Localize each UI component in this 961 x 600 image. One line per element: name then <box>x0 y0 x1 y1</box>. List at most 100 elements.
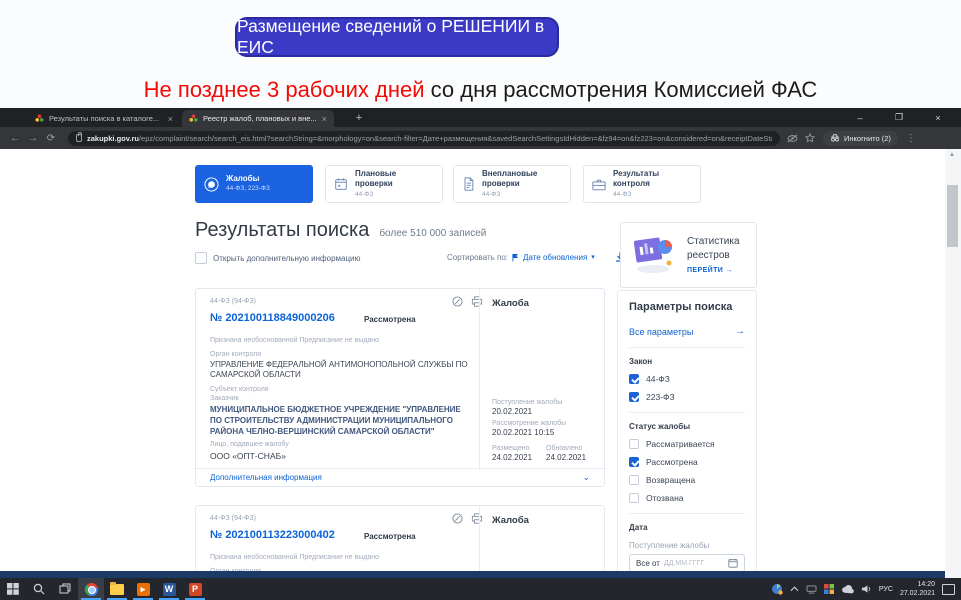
window-maximize-button[interactable]: ❐ <box>882 108 916 127</box>
checkbox-checked[interactable] <box>629 392 639 402</box>
slide-subtitle-highlight: Не позднее 3 рабочих дней <box>144 77 425 102</box>
registry-stats-card[interactable]: Статистика реестров ПЕРЕЙТИ → <box>620 222 757 288</box>
calendar-icon <box>334 177 348 191</box>
taskbar-word-button[interactable]: W <box>156 578 182 600</box>
checkbox-unchecked[interactable] <box>629 493 639 503</box>
open-info-checkbox[interactable] <box>195 252 207 264</box>
tray-expand-icon[interactable] <box>790 586 799 592</box>
nav-sublabel: 44-ФЗ <box>482 191 562 199</box>
page-scrollbar[interactable]: ▲ <box>945 149 961 578</box>
taskbar-chrome-button[interactable] <box>78 578 104 600</box>
browser-menu-icon[interactable]: ⋮ <box>906 133 916 144</box>
language-indicator[interactable]: РУС <box>879 586 893 593</box>
filter-option-reviewed[interactable]: Рассмотрена <box>629 457 745 467</box>
chevron-down-icon[interactable]: ▾ <box>591 253 595 261</box>
lock-icon <box>76 134 82 142</box>
nav-tab-planned-checks[interactable]: Плановые проверки 44-ФЗ <box>325 165 443 203</box>
calendar-icon[interactable] <box>728 558 738 568</box>
signature-icon[interactable] <box>452 296 463 307</box>
filter-option-returned[interactable]: Возвращена <box>629 475 745 485</box>
slide-title-banner: Размещение сведений о РЕШЕНИИ в ЕИС <box>235 17 559 57</box>
filter-option-44fz[interactable]: 44-ФЗ <box>629 374 745 384</box>
browser-window: Результаты поиска в каталоге... × Реестр… <box>0 108 961 578</box>
nav-sublabel: 44-ФЗ <box>355 191 434 199</box>
password-eye-icon[interactable] <box>787 134 798 143</box>
taskbar-powerpoint-button[interactable]: P <box>182 578 208 600</box>
signature-icon[interactable] <box>452 513 463 524</box>
complaint-status: Рассмотрена <box>364 532 416 541</box>
receipt-date-filter-label: Поступление жалобы <box>629 541 745 550</box>
scrollbar-thumb[interactable] <box>947 185 958 247</box>
results-count: более 510 000 записей <box>379 228 486 239</box>
window-minimize-button[interactable]: – <box>843 108 877 127</box>
window-close-button[interactable]: × <box>921 108 955 127</box>
filter-option-in-review[interactable]: Рассматривается <box>629 439 745 449</box>
browser-update-tray-icon[interactable] <box>771 583 783 595</box>
start-button[interactable] <box>0 578 26 600</box>
chat-bubble-icon <box>204 177 219 192</box>
nav-label: Результаты контроля <box>613 169 659 188</box>
browser-tab-1[interactable]: Результаты поиска в каталоге... × <box>28 110 180 127</box>
filter-option-223fz[interactable]: 223-ФЗ <box>629 392 745 402</box>
nav-tab-control-results[interactable]: Результаты контроля 44-ФЗ <box>583 165 701 203</box>
bookmark-star-icon[interactable] <box>805 133 815 143</box>
checkbox-unchecked[interactable] <box>629 475 639 485</box>
chevron-down-icon[interactable]: ⌄ <box>582 472 590 483</box>
nav-tab-complaints[interactable]: Жалобы 44-ФЗ, 223-ФЗ <box>195 165 313 203</box>
media-player-icon: ▸ <box>137 583 150 596</box>
nav-sublabel: 44-ФЗ, 223-ФЗ <box>226 185 270 193</box>
page-content: Жалобы 44-ФЗ, 223-ФЗ Плановые проверки 4… <box>0 149 961 578</box>
sort-value-link[interactable]: Дате обновления <box>523 253 587 262</box>
control-subject-value[interactable]: МУНИЦИПАЛЬНОЕ БЮДЖЕТНОЕ УЧРЕЖДЕНИЕ "УПРА… <box>210 405 472 437</box>
sort-label: Сортировать по: <box>447 253 508 262</box>
checkbox-unchecked[interactable] <box>629 439 639 449</box>
site-favicon <box>35 114 44 123</box>
filter-option-withdrawn[interactable]: Отозвана <box>629 493 745 503</box>
taskbar-clock[interactable]: 14:20 27.02.2021 <box>900 580 935 598</box>
status-group-title: Статус жалобы <box>629 422 745 431</box>
tab-close-icon[interactable]: × <box>322 114 327 124</box>
divider <box>629 412 745 413</box>
word-icon: W <box>163 583 176 596</box>
receipt-date-input[interactable]: Все от ДД.ММ.ГГГГ <box>629 554 745 572</box>
scroll-up-icon[interactable]: ▲ <box>949 152 955 158</box>
task-view-button[interactable] <box>52 578 78 600</box>
taskbar-media-button[interactable]: ▸ <box>130 578 156 600</box>
checkbox-checked[interactable] <box>629 374 639 384</box>
incognito-icon <box>830 134 840 142</box>
tab-close-icon[interactable]: × <box>168 114 173 124</box>
forward-button[interactable]: → <box>24 133 42 144</box>
taskbar-explorer-button[interactable] <box>104 578 130 600</box>
incognito-badge[interactable]: Инкогнито (2) <box>823 131 898 146</box>
system-tray: РУС 14:20 27.02.2021 <box>771 580 961 598</box>
back-button[interactable]: ← <box>6 133 24 144</box>
onedrive-cloud-icon[interactable] <box>841 585 854 594</box>
checkbox-checked[interactable] <box>629 457 639 467</box>
card-right-column: Жалоба Поступление жалобы 20.02.2021 Рас… <box>479 289 605 470</box>
complaint-type: Жалоба <box>492 515 593 526</box>
browser-tab-2-active[interactable]: Реестр жалоб, плановых и вне... × <box>182 110 334 127</box>
additional-info-link[interactable]: Дополнительная информация <box>210 473 322 482</box>
complaint-resolution: Признана необоснованной Предписание не в… <box>210 554 379 561</box>
filer-value: ООО «ОПТ-СНАБ» <box>210 451 286 461</box>
reload-button[interactable]: ⟳ <box>42 133 60 144</box>
screenshot-root: Размещение сведений о РЕШЕНИИ в ЕИС Не п… <box>0 0 961 600</box>
open-info-label: Открыть дополнительную информацию <box>213 254 361 263</box>
control-organ-value: УПРАВЛЕНИЕ ФЕДЕРАЛЬНОЙ АНТИМОНОПОЛЬНОЙ С… <box>210 360 468 381</box>
control-organ-label: Орган контроля <box>210 351 261 358</box>
antivirus-tray-icon[interactable] <box>824 584 834 594</box>
new-tab-button[interactable]: + <box>352 111 366 125</box>
complaint-number-link[interactable]: № 202100113223000402 <box>210 529 335 541</box>
site-favicon <box>189 114 198 123</box>
remote-tray-icon[interactable] <box>806 585 817 594</box>
all-params-link[interactable]: Все параметры → <box>629 326 745 337</box>
notification-center-icon[interactable] <box>942 584 955 595</box>
card-right-column: Жалоба <box>479 506 605 573</box>
address-bar[interactable]: zakupki.gov.ru/epz/complaint/search/sear… <box>68 131 780 146</box>
volume-icon[interactable] <box>861 584 872 594</box>
complaint-number-link[interactable]: № 202100118849000206 <box>210 312 335 324</box>
divider <box>629 347 745 348</box>
taskbar-search-button[interactable] <box>26 578 52 600</box>
stats-go-link[interactable]: ПЕРЕЙТИ → <box>687 267 733 274</box>
nav-tab-unplanned-checks[interactable]: Внеплановые проверки 44-ФЗ <box>453 165 571 203</box>
